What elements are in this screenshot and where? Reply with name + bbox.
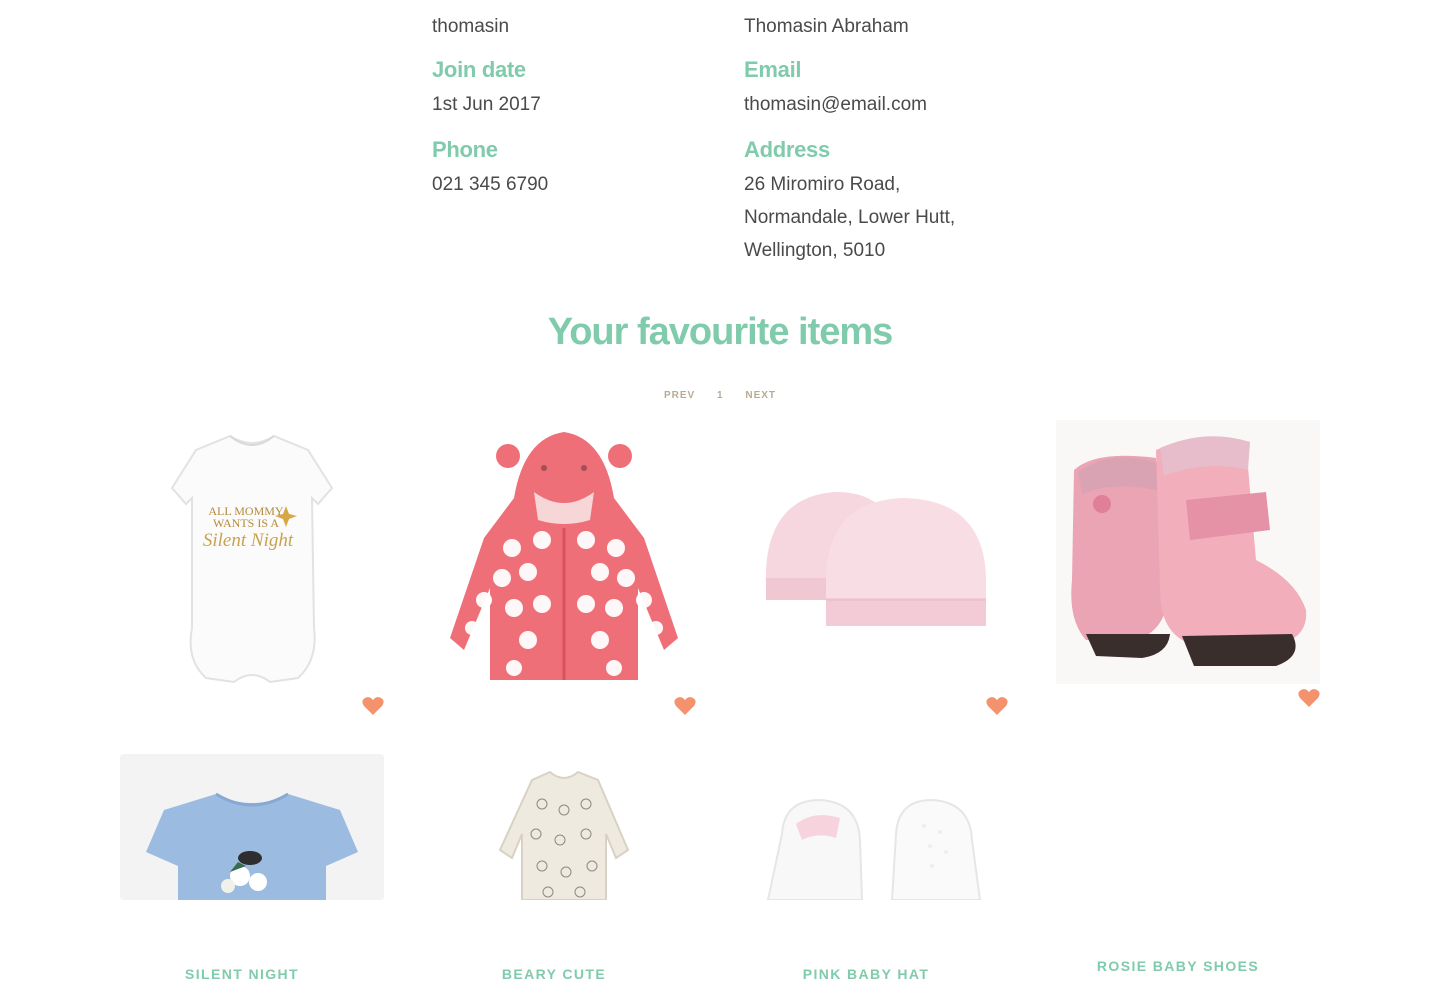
blue-tshirt-image[interactable] bbox=[120, 754, 384, 900]
cardigan-image[interactable] bbox=[432, 428, 696, 692]
favourites-title: Your favourite items bbox=[547, 311, 894, 353]
join-date-field: Join date 1st Jun 2017 bbox=[432, 56, 541, 121]
phone-field: Phone 021 345 6790 bbox=[432, 136, 548, 201]
pagination: PREV 1 NEXT bbox=[0, 390, 1440, 401]
phone-value: 021 345 6790 bbox=[432, 174, 549, 195]
page-number-link[interactable]: 1 bbox=[717, 390, 724, 401]
address-label: Address bbox=[744, 137, 830, 162]
product-name[interactable]: SILENT NIGHT bbox=[120, 964, 364, 984]
email-label: Email bbox=[744, 57, 802, 82]
product-meta: PINK BABY HAT bbox=[744, 692, 1008, 982]
full-name-field: Thomasin Abraham bbox=[744, 10, 909, 43]
onesie-image[interactable]: ALL MOMMY WANTS IS A Silent Night bbox=[120, 428, 384, 692]
product-card[interactable]: BEARY CUTE bbox=[432, 428, 696, 982]
heart-icon[interactable] bbox=[362, 696, 384, 716]
phone-label: Phone bbox=[432, 137, 498, 162]
product-card[interactable] bbox=[432, 754, 696, 900]
address-line-3: Wellington, 5010 bbox=[744, 240, 886, 261]
join-date-label: Join date bbox=[432, 57, 526, 82]
heart-icon[interactable] bbox=[674, 696, 696, 716]
product-card[interactable] bbox=[120, 754, 384, 900]
booties-image[interactable] bbox=[744, 754, 1008, 900]
onesie-print-line-2: WANTS IS A bbox=[213, 516, 279, 530]
join-date-value: 1st Jun 2017 bbox=[432, 94, 541, 115]
product-meta: SILENT NIGHT bbox=[120, 692, 384, 982]
product-meta: ROSIE BABY SHOES bbox=[1056, 684, 1320, 974]
username-field: thomasin bbox=[432, 10, 509, 43]
product-meta: BEARY CUTE bbox=[432, 692, 696, 982]
address-line-2: Normandale, Lower Hutt, bbox=[744, 207, 956, 228]
prev-page-link[interactable]: PREV bbox=[664, 390, 695, 401]
address-line-1: 26 Miromiro Road, bbox=[744, 174, 901, 195]
product-name[interactable]: PINK BABY HAT bbox=[744, 964, 988, 984]
email-value: thomasin@email.com bbox=[744, 94, 927, 115]
heart-icon[interactable] bbox=[986, 696, 1008, 716]
boots-image[interactable] bbox=[1056, 420, 1320, 684]
onesie-print-line-3: Silent Night bbox=[203, 530, 294, 551]
product-card[interactable] bbox=[744, 754, 1008, 900]
hat-image[interactable] bbox=[744, 428, 1008, 692]
username-value: thomasin bbox=[432, 16, 510, 37]
sleepsuit-image[interactable] bbox=[432, 754, 696, 900]
product-name[interactable]: ROSIE BABY SHOES bbox=[1056, 956, 1300, 976]
full-name-value: Thomasin Abraham bbox=[744, 16, 909, 37]
heart-icon[interactable] bbox=[1298, 688, 1320, 708]
address-field: Address 26 Miromiro Road, Normandale, Lo… bbox=[744, 136, 955, 267]
email-field: Email thomasin@email.com bbox=[744, 56, 927, 121]
next-page-link[interactable]: NEXT bbox=[745, 390, 776, 401]
product-card[interactable]: ALL MOMMY WANTS IS A Silent Night SILENT… bbox=[120, 428, 384, 982]
product-name[interactable]: BEARY CUTE bbox=[432, 964, 676, 984]
product-card[interactable]: PINK BABY HAT bbox=[744, 428, 1008, 982]
product-card[interactable]: ROSIE BABY SHOES bbox=[1056, 420, 1320, 974]
